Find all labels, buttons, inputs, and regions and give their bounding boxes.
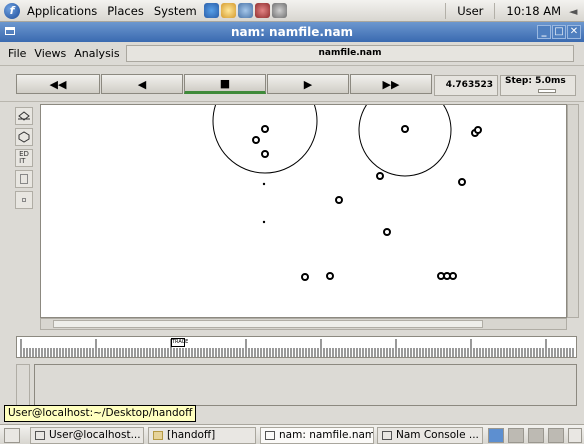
workspace-3[interactable] — [528, 428, 544, 443]
workspace-4[interactable] — [548, 428, 564, 443]
event-dot — [262, 182, 266, 186]
analysis-menu[interactable]: Analysis — [74, 47, 119, 60]
show-desktop-button[interactable] — [4, 428, 20, 443]
mail-icon[interactable] — [220, 3, 236, 18]
node[interactable] — [383, 228, 391, 236]
task-nam-console[interactable]: Nam Console ... — [377, 427, 483, 444]
minimize-button[interactable]: _ — [537, 25, 551, 39]
terminal-icon — [35, 431, 45, 440]
workspace-2[interactable] — [508, 428, 524, 443]
playback-controls: ◀◀ ◀ ■ ▶ ▶▶ 4.763523 Step: 5.0ms — [0, 66, 584, 102]
step-slider[interactable] — [538, 89, 556, 93]
user-switcher[interactable]: User — [452, 4, 488, 18]
task-label: [handoff] — [167, 429, 216, 441]
edit-tool[interactable]: ED IT — [15, 149, 33, 167]
pane-handle[interactable] — [16, 364, 30, 406]
node[interactable] — [261, 150, 269, 158]
node[interactable] — [301, 273, 309, 281]
step-label: Step: 5.0ms — [505, 76, 566, 86]
timeline-ruler[interactable]: TRACE — [16, 336, 577, 358]
task-terminal[interactable]: User@localhost... — [30, 427, 144, 444]
trace-filename: namfile.nam — [126, 45, 574, 62]
task-folder[interactable]: [handoff] — [148, 427, 256, 444]
task-nam[interactable]: nam: namfile.nam — [260, 427, 374, 444]
node[interactable] — [261, 125, 269, 133]
vertical-scrollbar[interactable] — [567, 104, 579, 318]
window-title: nam: namfile.nam — [230, 25, 354, 39]
top-panel: f Applications Places System User 10:18 … — [0, 0, 584, 22]
network-canvas[interactable] — [40, 104, 567, 318]
window-icon — [382, 431, 392, 440]
tooltip: User@localhost:~/Desktop/handoff — [4, 405, 197, 422]
fedora-logo-icon[interactable]: f — [4, 2, 20, 19]
close-button[interactable]: ✕ — [567, 25, 581, 39]
rewind-button[interactable]: ◀◀ — [16, 74, 100, 94]
node[interactable] — [376, 172, 384, 180]
file-menu[interactable]: File — [8, 47, 26, 60]
folder-icon — [153, 431, 163, 440]
separator — [445, 2, 447, 19]
office-icon[interactable] — [254, 3, 270, 18]
play-button[interactable]: ▶ — [267, 74, 349, 94]
horizontal-scrollbar[interactable] — [40, 318, 567, 330]
clock[interactable]: 10:18 AM — [501, 4, 566, 18]
panel-right: User 10:18 AM ◄ — [439, 2, 584, 19]
zoom-in-icon[interactable] — [15, 170, 33, 188]
task-label: User@localhost... — [49, 429, 141, 441]
range-circle — [358, 105, 452, 177]
system-menu[interactable]: System — [149, 4, 202, 18]
select-tool-icon[interactable] — [15, 107, 33, 125]
task-label: nam: namfile.nam — [279, 429, 374, 441]
taskbar: User@localhost... [handoff] nam: namfile… — [0, 424, 584, 444]
node[interactable] — [401, 125, 409, 133]
window-menu-icon[interactable] — [5, 27, 15, 35]
applications-menu[interactable]: Applications — [22, 4, 102, 18]
chat-icon[interactable] — [237, 3, 253, 18]
node[interactable] — [449, 272, 457, 280]
window-icon — [265, 431, 275, 440]
scroll-thumb[interactable] — [53, 320, 483, 328]
window-titlebar[interactable]: nam: namfile.nam _ □ ✕ — [0, 22, 584, 42]
fast-forward-button[interactable]: ▶▶ — [350, 74, 432, 94]
volume-icon[interactable]: ◄ — [569, 5, 581, 18]
launchers — [203, 3, 287, 18]
workspace-1[interactable] — [488, 428, 504, 443]
places-menu[interactable]: Places — [102, 4, 149, 18]
time-marker[interactable]: TRACE — [171, 338, 188, 347]
browser-icon[interactable] — [203, 3, 219, 18]
current-time: 4.763523 — [434, 75, 498, 96]
node[interactable] — [252, 136, 260, 144]
step-back-button[interactable]: ◀ — [101, 74, 183, 94]
node[interactable] — [335, 196, 343, 204]
range-circle — [212, 105, 318, 174]
zoom-tool-icon[interactable] — [15, 128, 33, 146]
trash-icon[interactable] — [568, 428, 582, 443]
node[interactable] — [474, 126, 482, 134]
views-menu[interactable]: Views — [34, 47, 66, 60]
zoom-out-icon[interactable] — [15, 191, 33, 209]
stop-button[interactable]: ■ — [184, 74, 266, 94]
step-control[interactable]: Step: 5.0ms — [500, 75, 576, 96]
maximize-button[interactable]: □ — [552, 25, 566, 39]
node[interactable] — [458, 178, 466, 186]
tool-palette: ED IT — [14, 104, 38, 324]
task-label: Nam Console ... — [396, 429, 479, 441]
event-dot — [262, 220, 266, 224]
terminal-icon[interactable] — [271, 3, 287, 18]
node[interactable] — [326, 272, 334, 280]
separator — [494, 2, 496, 19]
annotation-pane — [34, 364, 577, 406]
